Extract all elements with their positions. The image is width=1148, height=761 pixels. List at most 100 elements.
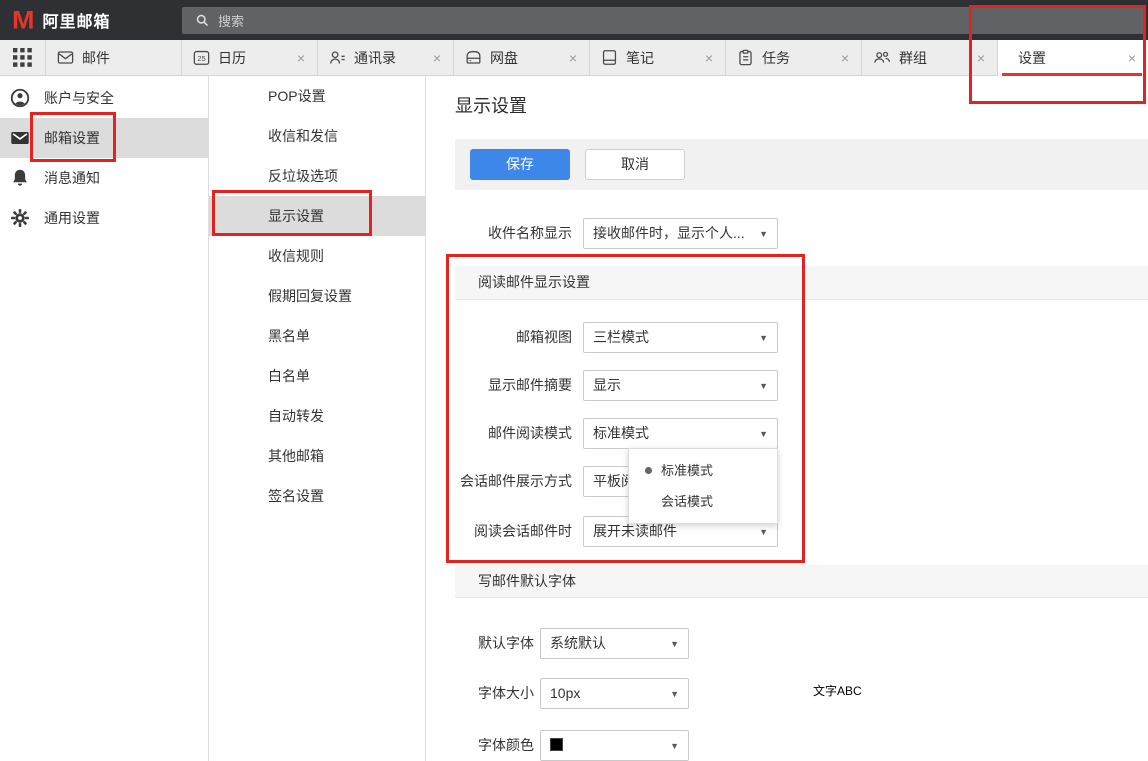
- nav-item-whitelist[interactable]: 白名单: [209, 356, 425, 396]
- svg-text:25: 25: [197, 54, 205, 63]
- default-font-row: 默认字体 系统默认 ▼: [426, 628, 1148, 659]
- sidebar-item-account-security[interactable]: 账户与安全: [0, 78, 208, 118]
- mail-summary-row: 显示邮件摘要 显示 ▼: [426, 370, 1148, 401]
- field-label: 字体大小: [478, 678, 534, 709]
- close-icon[interactable]: ×: [567, 50, 579, 66]
- nav-item-vacation-reply[interactable]: 假期回复设置: [209, 276, 425, 316]
- close-icon[interactable]: ×: [839, 50, 851, 66]
- tasks-icon: [736, 48, 755, 67]
- nav-item-pop-settings[interactable]: POP设置: [209, 76, 425, 116]
- tab-notes[interactable]: 笔记 ×: [590, 40, 726, 75]
- groups-icon: [872, 48, 892, 67]
- recipient-name-row: 收件名称显示 接收邮件时，显示个人... ▼: [426, 218, 1148, 249]
- tab-label: 网盘: [490, 48, 518, 68]
- close-icon[interactable]: ×: [975, 50, 987, 66]
- save-button[interactable]: 保存: [470, 149, 570, 180]
- field-label: 字体颜色: [478, 730, 534, 761]
- page-title: 显示设置: [455, 92, 527, 118]
- read-mode-dropdown-menu: 标准模式 会话模式: [628, 448, 778, 524]
- mail-icon: [9, 127, 31, 149]
- app-grid-button[interactable]: [0, 40, 46, 75]
- conversation-display-row: 会话邮件展示方式 平板阅: [426, 466, 1148, 497]
- chevron-down-icon: ▼: [670, 629, 679, 659]
- chevron-down-icon: ▼: [759, 219, 768, 249]
- tab-label: 日历: [218, 48, 246, 68]
- menu-item-standard-mode[interactable]: 标准模式: [629, 455, 777, 486]
- tab-label: 邮件: [82, 48, 110, 68]
- nav-item-blacklist[interactable]: 黑名单: [209, 316, 425, 356]
- close-icon[interactable]: ×: [703, 50, 715, 66]
- sidebar-item-label: 邮箱设置: [44, 128, 100, 148]
- chevron-down-icon: ▼: [759, 419, 768, 449]
- tab-settings[interactable]: 设置 ×: [998, 40, 1148, 76]
- notes-icon: [600, 48, 619, 67]
- sidebar-item-mail-settings[interactable]: 邮箱设置: [0, 118, 208, 158]
- font-size-row: 字体大小 10px ▼: [426, 678, 1148, 709]
- font-color-row: 字体颜色 ▼: [426, 730, 1148, 761]
- color-swatch: [550, 738, 563, 751]
- reading-section-header: 阅读邮件显示设置: [455, 266, 1148, 300]
- gear-icon: [9, 207, 31, 229]
- search-icon: [195, 13, 210, 28]
- tab-mail[interactable]: 邮件: [46, 40, 182, 75]
- chevron-down-icon: ▼: [670, 679, 679, 709]
- grid-icon: [13, 48, 32, 67]
- mailbox-view-select[interactable]: 三栏模式 ▼: [583, 322, 778, 353]
- tabbar: 邮件 25 日历 × 通讯录 × 网盘 × 笔: [0, 40, 1148, 76]
- mail-settings-nav: POP设置 收信和发信 反垃圾选项 显示设置 收信规则 假期回复设置 黑名单 白…: [209, 76, 426, 761]
- nav-item-signature[interactable]: 签名设置: [209, 476, 425, 516]
- default-font-select[interactable]: 系统默认 ▼: [540, 628, 689, 659]
- account-icon: [9, 87, 31, 109]
- search-input[interactable]: 搜索: [182, 7, 1145, 34]
- nav-item-auto-forward[interactable]: 自动转发: [209, 396, 425, 436]
- mail-icon: [56, 48, 75, 67]
- nav-item-other-mailbox[interactable]: 其他邮箱: [209, 436, 425, 476]
- sidebar-item-general-settings[interactable]: 通用设置: [0, 198, 208, 238]
- tab-label: 任务: [762, 48, 790, 68]
- tab-label: 群组: [899, 48, 927, 68]
- mail-summary-select[interactable]: 显示 ▼: [583, 370, 778, 401]
- save-toolbar: 保存 取消: [455, 139, 1148, 190]
- close-icon[interactable]: ×: [431, 50, 443, 66]
- display-settings-panel: 显示设置 保存 取消 收件名称显示 接收邮件时，显示个人... ▼ 阅读邮件显示…: [426, 76, 1148, 761]
- settings-sidebar: 账户与安全 邮箱设置 消息通知 通用设置: [0, 76, 209, 761]
- cancel-button[interactable]: 取消: [585, 149, 685, 180]
- radio-selected-icon: [645, 467, 652, 474]
- menu-item-conversation-mode[interactable]: 会话模式: [629, 486, 777, 517]
- mail-read-mode-row: 邮件阅读模式 标准模式 ▼: [426, 418, 1148, 449]
- chevron-down-icon: ▼: [759, 371, 768, 401]
- font-color-select[interactable]: ▼: [540, 730, 689, 761]
- chevron-down-icon: ▼: [759, 323, 768, 353]
- chevron-down-icon: ▼: [670, 731, 679, 761]
- tab-contacts[interactable]: 通讯录 ×: [318, 40, 454, 75]
- font-section-header: 写邮件默认字体: [455, 565, 1148, 598]
- tab-tasks[interactable]: 任务 ×: [726, 40, 862, 75]
- field-label: 收件名称显示: [426, 218, 572, 249]
- sidebar-item-notifications[interactable]: 消息通知: [0, 158, 208, 198]
- close-icon[interactable]: ×: [1126, 50, 1138, 66]
- brand-logo[interactable]: M 阿里邮箱: [12, 0, 111, 40]
- field-label: 显示邮件摘要: [426, 370, 572, 401]
- tab-calendar[interactable]: 25 日历 ×: [182, 40, 318, 75]
- nav-item-antispam[interactable]: 反垃圾选项: [209, 156, 425, 196]
- radio-unselected-spacer: [645, 498, 652, 505]
- field-label: 阅读会话邮件时: [426, 516, 572, 547]
- sidebar-item-label: 通用设置: [44, 208, 100, 228]
- field-label: 邮件阅读模式: [426, 418, 572, 449]
- tab-drive[interactable]: 网盘 ×: [454, 40, 590, 75]
- nav-item-mail-rules[interactable]: 收信规则: [209, 236, 425, 276]
- sidebar-item-label: 消息通知: [44, 168, 100, 188]
- mail-read-mode-select[interactable]: 标准模式 ▼: [583, 418, 778, 449]
- nav-item-display-settings[interactable]: 显示设置: [209, 196, 425, 236]
- field-label: 邮箱视图: [426, 322, 572, 353]
- recipient-name-select[interactable]: 接收邮件时，显示个人... ▼: [583, 218, 778, 249]
- sidebar-item-label: 账户与安全: [44, 88, 114, 108]
- tab-groups[interactable]: 群组 ×: [862, 40, 998, 75]
- font-preview-text: 文字ABC: [813, 682, 862, 699]
- close-icon[interactable]: ×: [295, 50, 307, 66]
- nav-item-send-receive[interactable]: 收信和发信: [209, 116, 425, 156]
- drive-icon: [464, 48, 483, 67]
- font-size-select[interactable]: 10px ▼: [540, 678, 689, 709]
- tab-label: 通讯录: [354, 48, 396, 68]
- app-window: M 阿里邮箱 搜索 邮件 25 日历 ×: [0, 0, 1148, 761]
